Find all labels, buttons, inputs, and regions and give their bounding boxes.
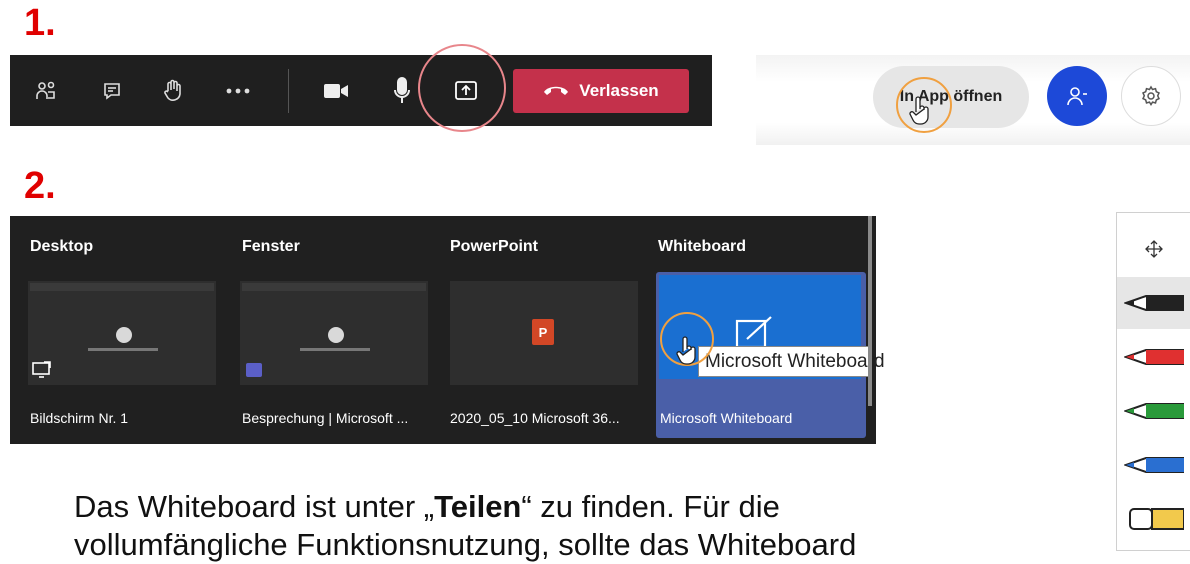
leave-label: Verlassen — [579, 81, 659, 100]
step-2-label: 2. — [24, 165, 56, 207]
instruction-text: Das Whiteboard ist unter „Teilen“ zu fin… — [74, 488, 780, 526]
leave-button[interactable]: Verlassen — [513, 69, 689, 113]
highlighter-icon[interactable] — [1117, 493, 1190, 545]
column-header-desktop: Desktop — [30, 238, 94, 255]
caption-post: “ zu finden. Für die — [521, 489, 780, 524]
phone-hangup-icon — [543, 81, 569, 101]
blue-pen-icon[interactable] — [1117, 439, 1190, 491]
step-1-label: 1. — [24, 2, 56, 44]
avatar — [328, 327, 344, 343]
column-header-powerpoint: PowerPoint — [450, 238, 539, 255]
meeting-toolbar: Verlassen — [10, 55, 712, 126]
powerpoint-thumbnail[interactable]: P — [450, 281, 638, 385]
powerpoint-item-label: 2020_05_10 Microsoft 36... — [450, 410, 620, 426]
window-thumbnail[interactable] — [240, 281, 428, 385]
thumb-titlebar — [30, 283, 214, 291]
cursor-hand-icon — [909, 96, 931, 131]
column-header-window: Fenster — [242, 238, 300, 255]
mic-icon[interactable] — [382, 55, 422, 126]
red-pen-icon[interactable] — [1117, 331, 1190, 383]
black-pen-icon[interactable] — [1117, 277, 1190, 329]
powerpoint-icon: P — [532, 319, 554, 345]
person-icon[interactable] — [1047, 66, 1107, 126]
gear-icon[interactable] — [1121, 66, 1181, 126]
desktop-share-icon — [32, 361, 52, 384]
caption-bold: Teilen — [434, 489, 522, 524]
scrollbar[interactable] — [868, 216, 872, 406]
desktop-item-label: Bildschirm Nr. 1 — [30, 410, 129, 426]
toolbar-divider — [288, 69, 289, 113]
cursor-hand-icon — [676, 336, 698, 371]
avatar — [116, 327, 132, 343]
camera-icon[interactable] — [316, 55, 356, 126]
pen-toolbar — [1116, 212, 1190, 551]
thumb-titlebar — [242, 283, 426, 291]
column-header-whiteboard: Whiteboard — [658, 238, 746, 255]
thumb-toolbar — [88, 348, 158, 351]
caption-pre: Das Whiteboard ist unter „ — [74, 489, 435, 524]
highlight-circle-share — [418, 44, 506, 132]
thumb-toolbar — [300, 348, 370, 351]
green-pen-icon[interactable] — [1117, 385, 1190, 437]
share-picker: Desktop Fenster PowerPoint Whiteboard P … — [10, 216, 885, 444]
teams-icon — [246, 363, 262, 377]
raise-hand-icon[interactable] — [153, 55, 193, 126]
people-icon[interactable] — [26, 55, 66, 126]
whiteboard-item-label: Microsoft Whiteboard — [660, 410, 793, 426]
chat-icon[interactable] — [92, 55, 132, 126]
whiteboard-tooltip: Microsoft Whiteboard — [698, 346, 885, 377]
desktop-thumbnail[interactable] — [28, 281, 216, 385]
window-item-label: Besprechung | Microsoft ... — [242, 410, 409, 426]
move-icon[interactable] — [1117, 223, 1190, 275]
more-icon[interactable] — [218, 55, 258, 126]
instruction-text-line2: vollumfängliche Funktionsnutzung, sollte… — [74, 527, 857, 562]
